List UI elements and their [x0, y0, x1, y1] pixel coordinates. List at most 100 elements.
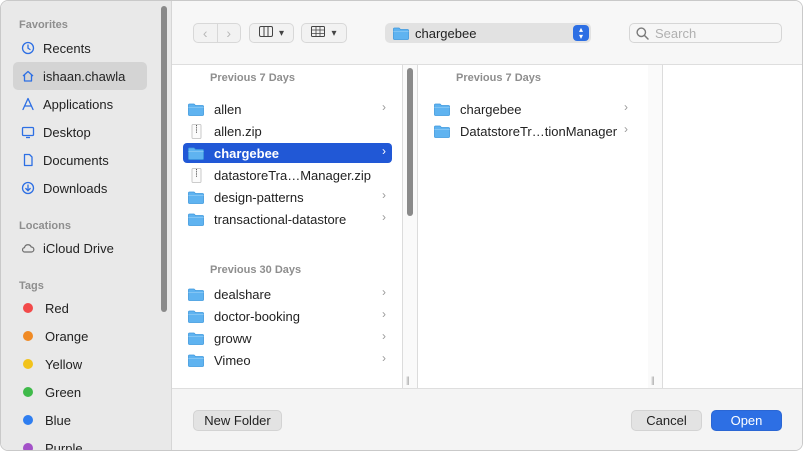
column-resize-handle[interactable]: || [406, 375, 410, 385]
chevron-right-icon: › [382, 100, 386, 114]
list-item-label: Vimeo [214, 352, 251, 368]
list-item-label: allen.zip [214, 123, 262, 139]
list-item-folder[interactable]: groww › [183, 328, 392, 348]
location-popup-label: chargebee [415, 25, 477, 41]
list-item-label: datastoreTra…Manager.zip [214, 167, 372, 183]
new-folder-button[interactable]: New Folder [193, 410, 282, 431]
sidebar-tag-purple[interactable]: Purple [13, 434, 147, 451]
chevron-right-icon: › [382, 210, 386, 224]
folder-icon [188, 287, 206, 301]
list-item-folder[interactable]: doctor-booking › [183, 306, 392, 326]
list-item-folder[interactable]: Vimeo › [183, 350, 392, 370]
sidebar-tag-blue[interactable]: Blue [13, 406, 147, 434]
group-by-button[interactable]: ▾ [301, 23, 347, 43]
column-section-header: Previous 7 Days [210, 72, 295, 84]
sidebar-item-label: Red [45, 300, 69, 316]
zip-file-icon [188, 167, 206, 183]
column-1-scrollbar[interactable] [407, 68, 413, 216]
column-section-header: Previous 30 Days [210, 264, 302, 276]
sidebar-tag-yellow[interactable]: Yellow [13, 350, 147, 378]
browser-column-2: Previous 7 Days chargebee › DatatstoreTr… [417, 65, 650, 388]
tag-dot-icon [23, 443, 33, 450]
list-item-folder[interactable]: dealshare › [183, 284, 392, 304]
open-button[interactable]: Open [711, 410, 782, 431]
clock-icon [21, 41, 35, 55]
sidebar-item-documents[interactable]: Documents [13, 146, 147, 174]
sidebar-section-tags: Tags [19, 280, 44, 292]
list-item-folder[interactable]: design-patterns › [183, 187, 392, 207]
sidebar-item-label: Orange [45, 328, 89, 344]
folder-icon [188, 146, 206, 160]
chevron-right-icon: › [382, 351, 386, 365]
sidebar-item-label: Desktop [43, 124, 91, 140]
chevron-right-icon: › [382, 144, 386, 158]
column-resize-handle[interactable]: || [651, 375, 655, 385]
list-item-label: doctor-booking [214, 308, 300, 324]
search-input[interactable] [655, 25, 775, 41]
desktop-icon [21, 125, 35, 139]
sidebar-section-favorites: Favorites [19, 19, 68, 31]
list-item-label: chargebee [460, 101, 522, 117]
columns-view-icon [258, 26, 273, 40]
list-item-label: transactional-datastore [214, 211, 347, 227]
sidebar-item-label: Green [45, 384, 82, 400]
navigation-buttons: ‹ › [193, 23, 241, 43]
chevron-right-icon: › [226, 25, 232, 41]
chevron-left-icon: ‹ [202, 25, 208, 41]
sidebar-item-icloud-drive[interactable]: iCloud Drive [13, 234, 147, 262]
sidebar-item-applications[interactable]: Applications [13, 90, 147, 118]
sidebar-tag-green[interactable]: Green [13, 378, 147, 406]
applications-icon [21, 97, 35, 111]
list-item-label: allen [214, 101, 242, 117]
column-2-scroll-track [648, 65, 662, 388]
document-icon [21, 153, 35, 167]
folder-icon [393, 27, 409, 40]
list-item-folder[interactable]: transactional-datastore › [183, 209, 392, 229]
folder-icon [188, 309, 206, 323]
list-item-label: design-patterns [214, 189, 304, 205]
tag-dot-icon [23, 331, 33, 341]
search-field[interactable] [629, 23, 782, 43]
sidebar-tag-orange[interactable]: Orange [13, 322, 147, 350]
list-item-file[interactable]: datastoreTra…Manager.zip [183, 165, 392, 185]
chevron-right-icon: › [382, 188, 386, 202]
sidebar-item-downloads[interactable]: Downloads [13, 174, 147, 202]
sidebar-item-label: iCloud Drive [43, 240, 114, 256]
sidebar-item-label: Recents [43, 40, 91, 56]
folder-icon [188, 102, 206, 116]
list-item-file[interactable]: allen.zip [183, 121, 392, 141]
folder-icon [188, 212, 206, 226]
sidebar-item-desktop[interactable]: Desktop [13, 118, 147, 146]
folder-icon [188, 353, 206, 367]
chevron-right-icon: › [624, 122, 628, 136]
forward-button[interactable]: › [216, 24, 241, 42]
chevron-right-icon: › [624, 100, 628, 114]
list-item-label: dealshare [214, 286, 272, 302]
chevron-right-icon: › [382, 285, 386, 299]
list-item-folder[interactable]: DatatstoreTr…tionManager › [429, 121, 634, 141]
sidebar-item-home[interactable]: ishaan.chawla [13, 62, 147, 90]
list-item-folder[interactable]: allen › [183, 99, 392, 119]
sidebar-item-recents[interactable]: Recents [13, 34, 147, 62]
list-item-label: groww [214, 330, 252, 346]
tag-dot-icon [23, 303, 33, 313]
back-button[interactable]: ‹ [194, 24, 217, 42]
list-item-folder-selected[interactable]: chargebee › [183, 143, 392, 163]
location-popup[interactable]: chargebee ▴ ▾ [385, 23, 591, 43]
tag-dot-icon [23, 359, 33, 369]
sidebar-scrollbar[interactable] [161, 6, 167, 312]
chevron-right-icon: › [382, 307, 386, 321]
sidebar-tag-red[interactable]: Red [13, 294, 147, 322]
sidebar-item-label: Yellow [45, 356, 83, 372]
view-mode-button[interactable]: ▾ [249, 23, 294, 43]
grid-view-icon [311, 26, 326, 40]
list-item-label: chargebee [214, 145, 280, 161]
sidebar-section-locations: Locations [19, 220, 71, 232]
sidebar-item-label: Purple [45, 440, 83, 451]
sidebar-item-label: Applications [43, 96, 114, 112]
sidebar-item-label: ishaan.chawla [43, 68, 126, 84]
folder-icon [434, 102, 452, 116]
list-item-folder[interactable]: chargebee › [429, 99, 634, 119]
cancel-button[interactable]: Cancel [631, 410, 702, 431]
tag-dot-icon [23, 415, 33, 425]
